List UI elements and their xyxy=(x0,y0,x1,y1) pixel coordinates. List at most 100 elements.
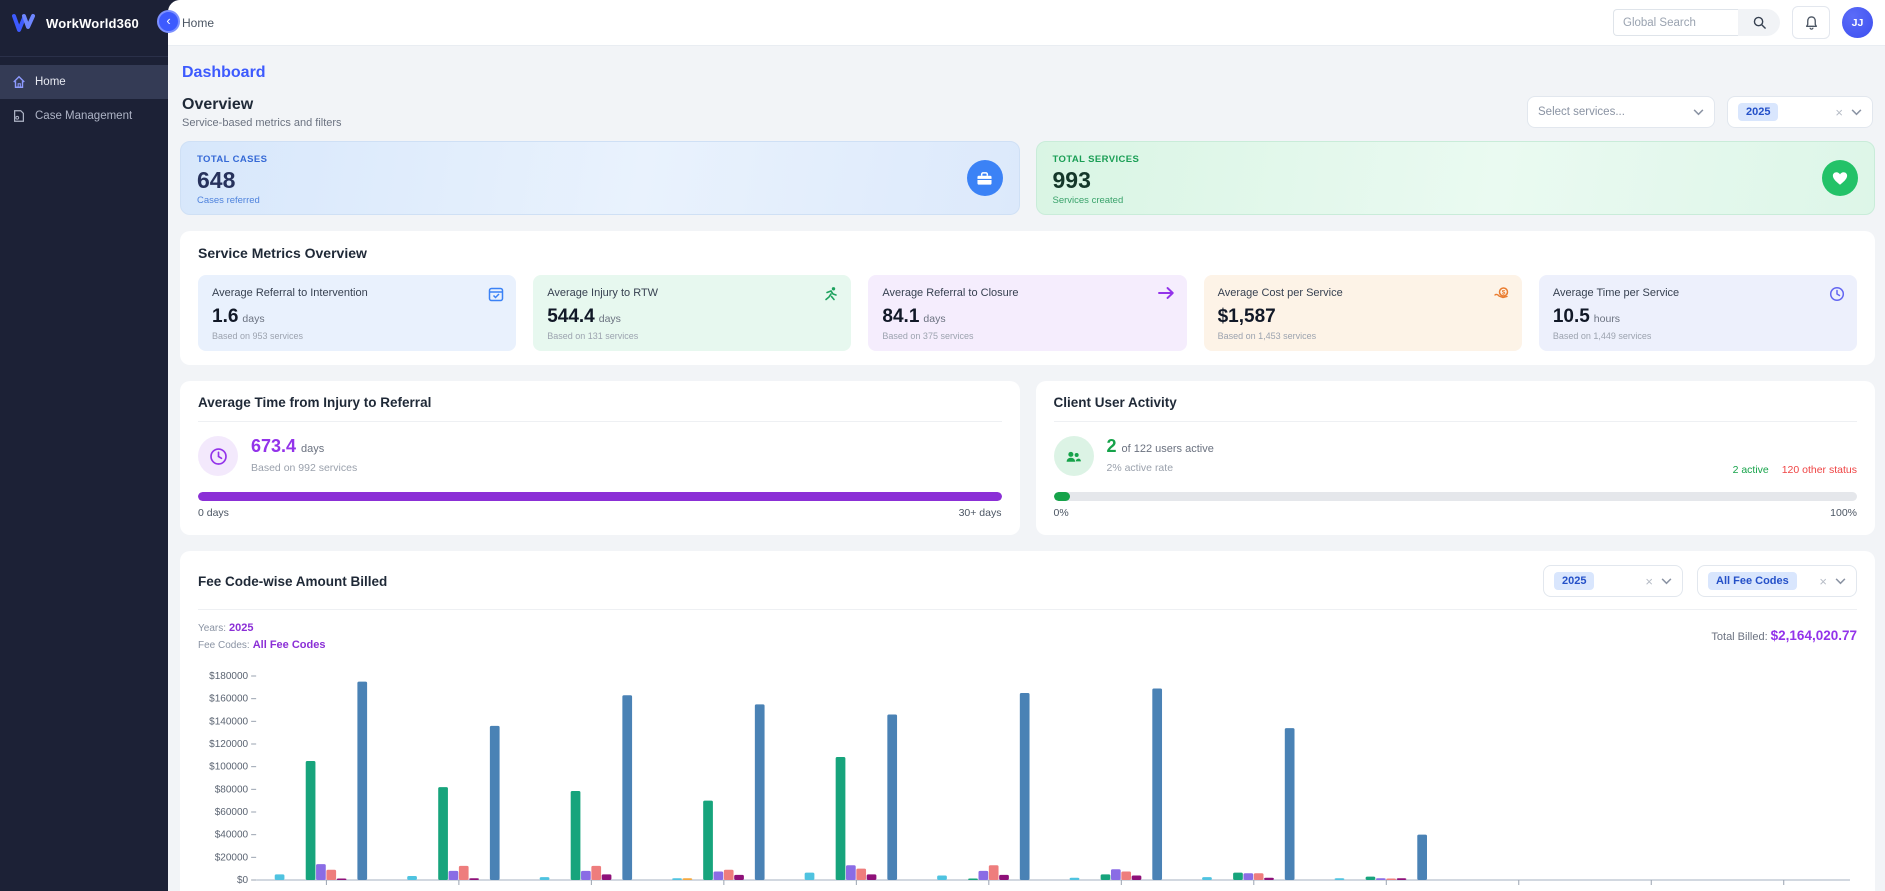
year-chip: 2025 xyxy=(1738,103,1778,121)
search-button[interactable] xyxy=(1738,9,1780,36)
user-avatar[interactable]: JJ xyxy=(1842,7,1873,38)
active-users-caption: of 122 users active xyxy=(1122,443,1214,455)
y-axis-label: $60000 xyxy=(215,807,249,818)
chevron-down-icon xyxy=(1835,578,1846,585)
active-rate: 2% active rate xyxy=(1107,462,1214,474)
chart-bar-fee-code-steelblue xyxy=(1020,693,1030,880)
chart-bar-fee-code-magenta xyxy=(867,874,877,880)
sidebar-collapse-button[interactable]: ‹ xyxy=(157,10,180,33)
metric-caption: Based on 1,449 services xyxy=(1553,331,1843,341)
total-cases-caption: Cases referred xyxy=(197,195,1003,206)
fee-code-panel: Fee Code-wise Amount Billed 2025 × All F… xyxy=(180,551,1875,891)
metric-caption: Based on 953 services xyxy=(212,331,502,341)
chart-bar-fee-code-salmon xyxy=(856,869,866,880)
range-max-label: 100% xyxy=(1830,507,1857,519)
year-select[interactable]: 2025 × xyxy=(1727,96,1873,128)
breadcrumb[interactable]: Home xyxy=(182,16,214,30)
y-axis-label: $20000 xyxy=(215,852,249,863)
y-axis-label: $0 xyxy=(237,875,249,886)
fee-chart-container: $0$20000$40000$60000$80000$100000$120000… xyxy=(198,662,1857,891)
chart-bar-fee-code-cyan xyxy=(1070,878,1080,880)
metric-unit: days xyxy=(599,313,621,325)
chart-bar-fee-code-steelblue xyxy=(1152,688,1162,880)
client-user-activity-title: Client User Activity xyxy=(1054,395,1858,422)
y-axis-label: $120000 xyxy=(209,739,248,750)
chart-bar-fee-code-magenta xyxy=(469,878,479,880)
fee-codes-meta: Fee Codes:All Fee Codes xyxy=(198,639,325,651)
chart-bar-fee-code-purple xyxy=(978,871,988,880)
metric-card-injury-to-rtw: Average Injury to RTW 544.4days Based on… xyxy=(533,275,851,351)
home-icon xyxy=(12,75,26,89)
chart-bar-fee-code-magenta xyxy=(999,875,1009,880)
metric-value: 1.6 xyxy=(212,306,238,328)
metric-caption: Based on 1,453 services xyxy=(1218,331,1508,341)
chevron-down-icon xyxy=(1661,578,1672,585)
fee-year-select[interactable]: 2025 × xyxy=(1543,565,1683,597)
chart-bar-fee-code-green xyxy=(306,761,316,880)
metric-card-cost-per-service: Average Cost per Service $1,587 Based on… xyxy=(1204,275,1522,351)
chart-bar-fee-code-steelblue xyxy=(1417,835,1427,880)
chevron-down-icon xyxy=(1851,109,1862,116)
fee-codes-select[interactable]: All Fee Codes × xyxy=(1697,565,1857,597)
metric-title: Average Referral to Intervention xyxy=(212,287,502,299)
range-min-label: 0% xyxy=(1054,507,1069,519)
y-axis-label: $180000 xyxy=(209,671,248,682)
y-axis-label: $140000 xyxy=(209,716,248,727)
injury-referral-caption: Based on 992 services xyxy=(251,462,357,474)
services-select-placeholder: Select services... xyxy=(1538,106,1685,118)
overview-title: Overview xyxy=(182,96,342,114)
chart-bar-fee-code-magenta xyxy=(1264,878,1274,880)
notifications-button[interactable] xyxy=(1792,6,1830,39)
total-services-label: TOTAL SERVICES xyxy=(1053,154,1859,165)
chart-bar-fee-code-orange xyxy=(683,878,693,880)
chart-bar-fee-code-magenta xyxy=(337,879,347,881)
metric-title: Average Cost per Service xyxy=(1218,287,1508,299)
chart-bar-fee-code-salmon xyxy=(591,866,601,880)
chart-bar-fee-code-steelblue xyxy=(887,715,897,880)
chart-bar-fee-code-cyan xyxy=(805,873,815,880)
chart-bar-fee-code-magenta xyxy=(1132,875,1142,880)
metric-caption: Based on 131 services xyxy=(547,331,837,341)
user-activity-progress-fill xyxy=(1054,492,1070,501)
clear-icon[interactable]: × xyxy=(1819,574,1827,589)
total-billed-value: $2,164,020.77 xyxy=(1771,628,1857,643)
search-input[interactable] xyxy=(1613,9,1738,36)
chart-bar-fee-code-green xyxy=(703,801,713,880)
fee-codes-value: All Fee Codes xyxy=(253,639,326,651)
chevron-down-icon xyxy=(1693,109,1704,116)
services-select[interactable]: Select services... xyxy=(1527,96,1715,128)
total-cases-label: TOTAL CASES xyxy=(197,154,1003,165)
chart-bar-fee-code-green xyxy=(1233,873,1243,880)
chart-bar-fee-code-steelblue xyxy=(622,695,632,880)
clear-icon[interactable]: × xyxy=(1645,574,1653,589)
users-icon xyxy=(1054,436,1094,476)
chart-bar-fee-code-salmon xyxy=(459,866,469,880)
y-axis-label: $40000 xyxy=(215,830,249,841)
chart-bar-fee-code-cyan xyxy=(275,874,285,880)
injury-referral-progress-track xyxy=(198,492,1002,501)
sidebar-item-label: Home xyxy=(35,76,66,88)
chart-bar-fee-code-cyan xyxy=(672,878,682,880)
metric-value: 10.5 xyxy=(1553,306,1590,328)
page-content: Dashboard Overview Service-based metrics… xyxy=(168,46,1885,891)
injury-to-referral-card: Average Time from Injury to Referral 673… xyxy=(180,381,1020,535)
metric-title: Average Injury to RTW xyxy=(547,287,837,299)
fee-chart: $0$20000$40000$60000$80000$100000$120000… xyxy=(198,662,1857,891)
clear-icon[interactable]: × xyxy=(1835,105,1843,120)
injury-to-referral-title: Average Time from Injury to Referral xyxy=(198,395,1002,422)
chart-bar-fee-code-purple xyxy=(1243,873,1253,880)
metric-unit: days xyxy=(242,313,264,325)
total-services-card: TOTAL SERVICES 993 Services created xyxy=(1036,141,1876,215)
client-user-activity-card: Client User Activity 2of 122 users activ… xyxy=(1036,381,1876,535)
search-icon xyxy=(1752,15,1767,30)
calendar-check-icon xyxy=(488,286,504,307)
sidebar-item-case-management[interactable]: Case Management xyxy=(0,99,168,133)
total-cases-card: TOTAL CASES 648 Cases referred xyxy=(180,141,1020,215)
sidebar-item-home[interactable]: Home xyxy=(0,65,168,99)
chart-bar-fee-code-purple xyxy=(714,872,724,881)
years-meta: Years:2025 xyxy=(198,622,325,634)
chart-bar-fee-code-cyan xyxy=(1202,877,1212,880)
injury-referral-progress-fill xyxy=(198,492,1002,501)
injury-referral-unit: days xyxy=(301,443,324,455)
chart-bar-fee-code-salmon xyxy=(326,870,336,880)
